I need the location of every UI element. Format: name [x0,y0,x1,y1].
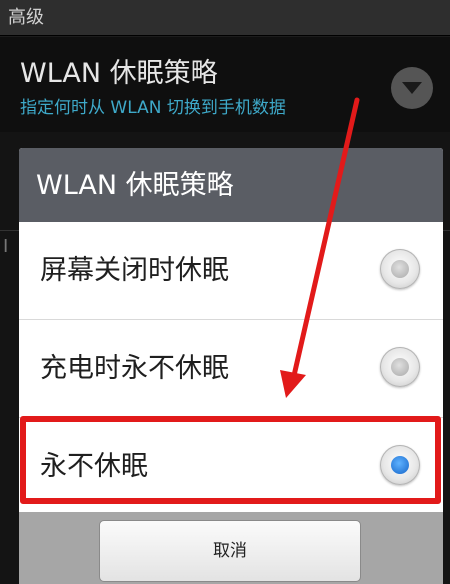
settings-header-title: 高级 [8,7,44,28]
settings-header: 高级 [0,0,450,36]
radio-button[interactable] [380,249,420,289]
dialog-title: WLAN 休眠策略 [19,148,443,222]
preference-title: WLAN 休眠策略 [20,58,218,89]
option-label: 充电时永不休眠 [40,353,229,384]
option-never-sleep-when-charging[interactable]: 充电时永不休眠 [19,320,443,417]
radio-unchecked-icon [391,260,409,278]
option-sleep-when-screen-off[interactable]: 屏幕关闭时休眠 [19,222,443,319]
sleep-policy-dialog: WLAN 休眠策略 屏幕关闭时休眠 充电时永不休眠 永不休眠 取消 [19,148,443,584]
cancel-button[interactable]: 取消 [99,520,361,582]
dialog-button-bar: 取消 [19,512,443,584]
highlight-box [20,416,441,504]
preference-summary: 指定何时从 WLAN 切换到手机数据 [20,98,286,118]
option-label: 屏幕关闭时休眠 [40,255,229,286]
background-edge-text: I [3,236,9,257]
wlan-sleep-policy-preference[interactable]: WLAN 休眠策略 指定何时从 WLAN 切换到手机数据 [0,37,450,132]
radio-button[interactable] [380,347,420,387]
dropdown-arrow-icon[interactable] [391,67,433,109]
radio-unchecked-icon [391,358,409,376]
